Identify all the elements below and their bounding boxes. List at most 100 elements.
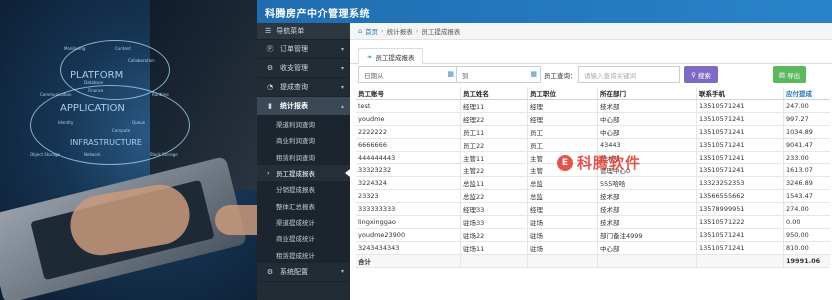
tab-label: 员工提成报表 — [375, 53, 415, 62]
table-row[interactable]: test 经理11 经理 技术部 13510571241 247.00 — [356, 100, 830, 113]
sidebar-subitem[interactable]: 商业提成统计 — [257, 230, 350, 247]
small-label: Queue — [132, 120, 146, 125]
leaf-icon: ❧ — [367, 52, 373, 61]
search-input[interactable]: 请输入查询关键词 — [578, 66, 680, 83]
table-row[interactable]: 3243434343 驻场11 驻场 中心部 13510571241 810.00 — [356, 241, 830, 255]
calendar-icon[interactable]: ▦ — [530, 70, 537, 78]
sidebar-item-commission[interactable]: ◔ 提成查询 ▾ — [257, 78, 350, 97]
table-cell: 驻场 — [527, 228, 597, 241]
small-label: Content — [115, 46, 131, 51]
date-to-label: 到 — [462, 71, 469, 80]
table-cell: 技术部 — [597, 203, 696, 216]
sidebar-item-finance[interactable]: ⚙ 收支管理 ▾ — [257, 59, 350, 78]
background-image: PLATFORM APPLICATION INFRASTRUCTURE Moni… — [0, 0, 257, 300]
table-cell: 3224324 — [358, 179, 387, 188]
table-cell: 13510571241 — [696, 125, 783, 138]
bar-chart-icon: ▮ — [268, 102, 272, 110]
sidebar-subitem[interactable]: 租赁提成统计 — [257, 246, 350, 263]
sidebar-item-reports[interactable]: ▮ 统计报表 ▴ — [257, 97, 350, 116]
breadcrumb-level1[interactable]: 统计报表 — [387, 26, 413, 36]
table-cell: 总监 — [527, 190, 597, 203]
small-label: Finance — [88, 88, 104, 93]
table-cell: 经理22 — [460, 112, 527, 125]
table-cell: 员工 — [527, 138, 597, 151]
sidebar-item-label: 订单管理 — [280, 45, 308, 53]
table-cell — [597, 254, 696, 267]
table-cell: 6666666 — [358, 140, 387, 149]
chevron-down-icon: ▾ — [340, 45, 344, 53]
table-cell: 技术部 — [597, 216, 696, 228]
table-cell: 1034.89 — [783, 125, 830, 138]
export-button[interactable]: ▤ 导出 — [773, 66, 806, 83]
total-value: 19991.06 — [783, 254, 830, 267]
table-cell: 驻场 — [527, 241, 597, 254]
sidebar-item-label: 统计报表 — [280, 102, 308, 110]
table-cell: 主管22 — [460, 164, 527, 177]
sidebar-subitem[interactable]: 渠道提成统计 — [257, 213, 350, 231]
date-from-field[interactable]: 日期从 ▦ — [358, 66, 458, 83]
table-cell: 经理 — [527, 112, 597, 125]
export-button-label: 导出 — [787, 71, 801, 80]
date-to-input[interactable]: ▦ — [473, 66, 541, 83]
search-button[interactable]: ⚲ 搜索 — [684, 66, 718, 83]
sidebar-subitem[interactable]: 渠道利润查询 — [257, 116, 350, 133]
table-cell — [460, 254, 527, 267]
table-cell: 13578999951 — [696, 203, 783, 216]
table-row[interactable]: lingxinggao 驻场33 驻场 技术部 13510571222 0.00 — [356, 216, 830, 229]
table-cell: 技术部 — [597, 190, 696, 203]
table-cell: 274.00 — [783, 203, 830, 216]
table-cell: 13510571241 — [696, 228, 783, 241]
tab-employee-commission[interactable]: ❧ 员工提成报表 — [358, 48, 424, 64]
table-row[interactable]: 333333333 经理33 经理 技术部 13578999951 274.00 — [356, 203, 830, 217]
calendar-icon[interactable]: ▦ — [447, 70, 454, 78]
table-cell: 技术部 — [597, 100, 696, 112]
table-row[interactable]: youdme 经理22 经理 中心部 13510571241 997.27 — [356, 112, 830, 126]
table-row[interactable]: 2222222 员工11 员工 中心部 13510571241 1034.89 — [356, 125, 830, 139]
table-row[interactable]: youdme23900 驻场22 驻场 部门备注4999 13510571241 950.… — [356, 228, 830, 242]
table-cell: 247.00 — [783, 100, 830, 112]
table-row[interactable]: 23323 总监22 总监 技术部 13566555662 1543.47 — [356, 190, 830, 204]
breadcrumb-home[interactable]: 首页 — [365, 26, 378, 36]
sidebar-subitem[interactable]: 分销提成报表 — [257, 181, 350, 198]
search-button-label: 搜索 — [697, 71, 711, 80]
table-cell: 13510571222 — [696, 216, 783, 228]
breadcrumb-level2: 员工提成报表 — [421, 28, 461, 36]
table-cell: 13510571241 — [696, 138, 783, 151]
table-cell: 333333333 — [358, 205, 396, 214]
table-cell: 13510571241 — [696, 100, 783, 112]
table-cell: 444444443 — [358, 153, 396, 162]
sidebar-subitem[interactable]: 租赁利润查询 — [257, 148, 350, 165]
small-label: Communication — [40, 92, 72, 97]
table-row[interactable]: 3224324 总监11 总监 555哈哈 13323252353 3246.89 — [356, 177, 830, 191]
table-cell: 13323252353 — [696, 177, 783, 190]
table-cell — [696, 254, 783, 267]
column-header[interactable]: 联系手机 — [696, 87, 783, 99]
filter-bar: 日期从 ▦ 到 ▦ 员工查询： 请输入查询关键词 ⚲ 搜索 ▤ 导出 — [350, 66, 832, 84]
column-header[interactable]: 员工姓名 — [460, 87, 527, 99]
commission-table: 员工账号 员工姓名 员工职位 所在部门 联系手机 应付提成 test 经理11 经理… — [356, 87, 830, 268]
table-cell: 1543.47 — [783, 190, 830, 203]
sidebar-header[interactable]: ☰ 导航菜单 — [257, 23, 350, 40]
sidebar-item-settings[interactable]: ⚙ 系统配置 ▾ — [257, 263, 350, 282]
sidebar-subitem[interactable]: 整体汇总报表 — [257, 197, 350, 214]
small-label: Runtime — [152, 92, 169, 97]
small-label: Compute — [112, 128, 131, 133]
tab-bar: ❧ 员工提成报表 — [350, 40, 832, 64]
sidebar-subitem[interactable]: 商业利润查询 — [257, 132, 350, 149]
table-cell: 经理 — [527, 100, 597, 112]
table-row[interactable]: 6666666 员工22 员工 43443 13510571241 9041.47 — [356, 138, 830, 152]
column-header[interactable]: 所在部门 — [597, 87, 696, 99]
chart-icon: ◔ — [266, 83, 274, 91]
table-cell: 员工11 — [460, 125, 527, 138]
sidebar-subitem-active[interactable]: 员工提成报表 — [257, 164, 350, 182]
table-header-row: 员工账号 员工姓名 员工职位 所在部门 联系手机 应付提成 — [356, 87, 830, 100]
table-cell: 13510571241 — [696, 151, 783, 164]
small-label: Database — [84, 80, 104, 85]
app-title: 科腾房产中介管理系统 — [265, 9, 370, 20]
column-header[interactable]: 员工账号 — [356, 87, 460, 99]
column-header[interactable]: 应付提成 — [783, 87, 830, 99]
table-cell: 员工22 — [460, 138, 527, 151]
sidebar-item-orders[interactable]: Ⓟ 订单管理 ▾ — [257, 40, 350, 59]
column-header[interactable]: 员工职位 — [527, 87, 597, 99]
chevron-down-icon: ▾ — [340, 83, 344, 91]
